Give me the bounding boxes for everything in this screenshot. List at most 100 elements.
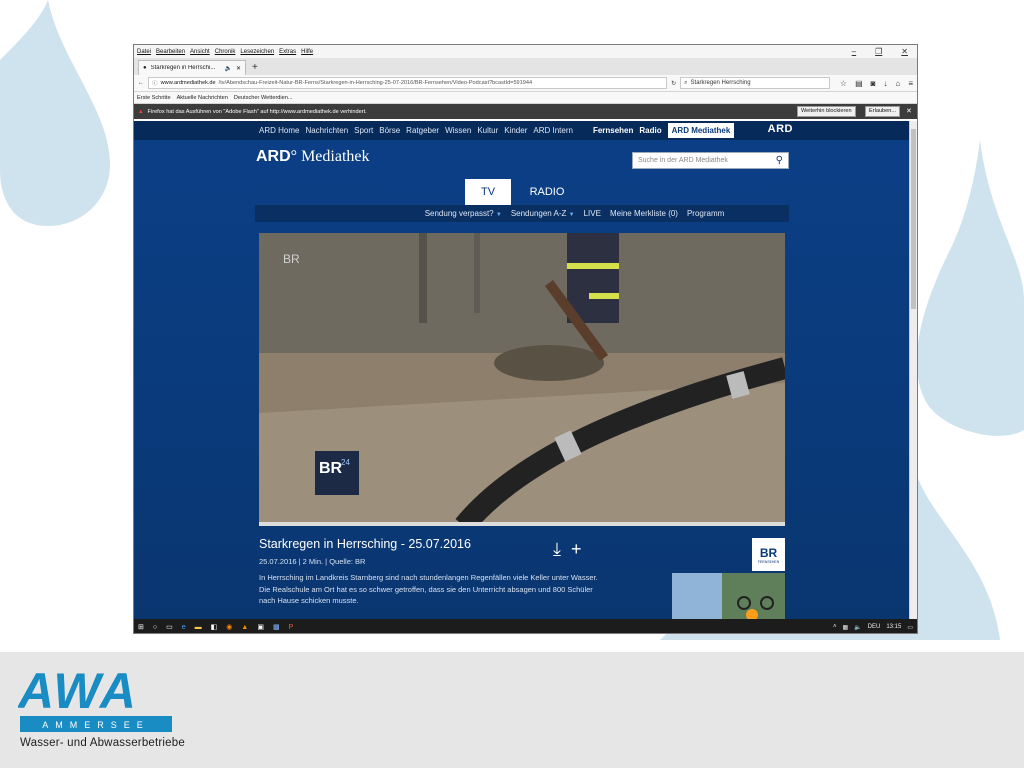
browser-window: Datei Bearbeiten Ansicht Chronik Lesezei… xyxy=(133,44,918,634)
browser-tab[interactable]: ● Starkregen in Herrschi... 🔈 ✕ xyxy=(138,60,246,75)
clock[interactable]: 13:15 xyxy=(886,624,901,631)
network-icon[interactable]: ▦ xyxy=(842,624,848,631)
info-icon[interactable]: ⓘ xyxy=(152,79,158,87)
mediathek-search-input[interactable]: Suche in der ARD Mediathek ⚲ xyxy=(632,152,789,169)
tab-title: Starkregen in Herrschi... xyxy=(150,65,216,71)
ard-mediathek-page: ARD Home Nachrichten Sport Börse Ratgebe… xyxy=(134,121,911,619)
mediathek-logo-text: Mediathek xyxy=(301,148,370,165)
awa-logo-subtitle: Wasser- und Abwasserbetriebe xyxy=(20,737,185,749)
flash-notice-text: Firefox hat das Ausführen von "Adobe Fla… xyxy=(147,108,367,115)
browser-search-field[interactable]: ⌕ Starkregen Herrsching xyxy=(680,77,830,89)
allow-flash-button[interactable]: Erlauben... xyxy=(865,106,901,117)
powerpoint-icon[interactable]: P xyxy=(289,624,294,631)
menu-ansicht[interactable]: Ansicht xyxy=(190,49,210,55)
tab-radio[interactable]: RADIO xyxy=(517,179,577,205)
page-scrollbar[interactable] xyxy=(909,121,917,619)
url-bar[interactable]: ⓘ www.ardmediathek.de/tv/Abendschau-Frei… xyxy=(148,77,668,89)
nav-ratgeber[interactable]: Ratgeber xyxy=(406,126,439,135)
chevron-down-icon: ▼ xyxy=(495,212,502,218)
ard-top-navigation: ARD Home Nachrichten Sport Börse Ratgebe… xyxy=(134,121,911,140)
subnav-sendung-verpasst-label: Sendung verpasst? xyxy=(424,209,494,218)
file-explorer-icon[interactable]: ▬ xyxy=(195,624,202,631)
subnav-programm[interactable]: Programm xyxy=(687,209,724,218)
subnav-merkliste[interactable]: Meine Merkliste (0) xyxy=(610,209,678,218)
notification-icon[interactable]: ▭ xyxy=(907,624,913,631)
menu-extras[interactable]: Extras xyxy=(279,49,296,55)
firefox-icon[interactable]: ◉ xyxy=(226,623,232,631)
nav-ard-home[interactable]: ARD Home xyxy=(259,126,299,135)
nav-ard-intern[interactable]: ARD Intern xyxy=(533,126,573,135)
bookmark-wetterdienst[interactable]: Deutscher Wetterdien... xyxy=(234,95,293,101)
menu-hilfe[interactable]: Hilfe xyxy=(301,49,313,55)
bookmark-star-icon[interactable]: ☆ xyxy=(840,79,847,88)
br-logo-sub: FERNSEHEN xyxy=(757,559,780,564)
windows-start-icon[interactable]: ⊞ xyxy=(138,623,144,631)
awa-ammersee-logo: AWA AMMERSEE xyxy=(18,666,172,732)
video-player[interactable]: BR BR 24 xyxy=(259,233,785,526)
hamburger-menu-icon[interactable]: ≡ xyxy=(908,79,913,88)
menu-datei[interactable]: Datei xyxy=(137,49,151,55)
bookmark-aktuelle-nachrichten[interactable]: Aktuelle Nachrichten xyxy=(177,95,228,101)
bookmark-erste-schritte[interactable]: Erste Schritte xyxy=(137,95,171,101)
nav-kultur[interactable]: Kultur xyxy=(477,126,498,135)
flash-plugin-icon: ▲ xyxy=(138,108,144,115)
video-meta: 25.07.2016 | 2 Min. | Quelle: BR xyxy=(259,557,366,566)
tab-close-icon[interactable]: ✕ xyxy=(236,65,241,72)
keep-blocking-button[interactable]: Weiterhin blockieren xyxy=(797,106,856,117)
scrollbar-thumb[interactable] xyxy=(911,129,916,309)
nav-kinder[interactable]: Kinder xyxy=(504,126,527,135)
video-actions: ⤓ + xyxy=(553,539,581,560)
nav-fernsehen[interactable]: Fernsehen xyxy=(593,126,633,135)
browser-search-value: Starkregen Herrsching xyxy=(690,80,751,86)
reload-icon[interactable]: ↻ xyxy=(671,80,676,87)
navigation-bar: ← ⓘ www.ardmediathek.de/tv/Abendschau-Fr… xyxy=(134,75,917,92)
task-view-icon[interactable]: ▭ xyxy=(166,623,173,631)
related-video-thumbnails[interactable] xyxy=(672,573,785,619)
mediathek-logo[interactable]: ARD° Mediathek xyxy=(256,148,370,166)
tab-tv[interactable]: TV xyxy=(465,179,511,205)
speaker-icon[interactable]: 🔈 xyxy=(224,65,231,72)
subnav-sendungen-a-z-label: Sendungen A-Z xyxy=(510,209,567,218)
add-to-merkliste-icon[interactable]: + xyxy=(571,539,582,560)
menu-chronik[interactable]: Chronik xyxy=(215,49,236,55)
restore-button[interactable]: ❐ xyxy=(875,47,882,56)
nav-sport[interactable]: Sport xyxy=(354,126,373,135)
nav-ard-mediathek[interactable]: ARD Mediathek xyxy=(667,123,735,138)
pocket-icon[interactable]: ◙ xyxy=(871,79,876,88)
subnav-live[interactable]: LIVE xyxy=(584,209,601,218)
home-icon[interactable]: ⌂ xyxy=(895,79,900,88)
download-icon[interactable]: ⤓ xyxy=(553,539,561,560)
subnav-sendungen-a-z[interactable]: Sendungen A-Z ▼ xyxy=(511,209,575,218)
menu-bearbeiten[interactable]: Bearbeiten xyxy=(156,49,185,55)
video-description: In Herrsching im Landkreis Starnberg sin… xyxy=(259,573,598,605)
notification-close-icon[interactable]: ✕ xyxy=(906,107,912,115)
nav-wissen[interactable]: Wissen xyxy=(445,126,471,135)
vlc-icon[interactable]: ▲ xyxy=(241,624,248,631)
mediathek-logo-ard: ARD xyxy=(256,148,291,165)
br-fernsehen-logo[interactable]: BR FERNSEHEN xyxy=(752,538,785,571)
download-icon[interactable]: ↓ xyxy=(883,79,887,88)
menu-lesezeichen[interactable]: Lesezeichen xyxy=(240,49,274,55)
windows-taskbar: ⊞ ○ ▭ e ▬ ◧ ◉ ▲ ▣ ▩ P ˄ ▦ 🔈 DEU 13:15 ▭ xyxy=(134,619,917,633)
volume-icon[interactable]: 🔈 xyxy=(854,624,861,631)
store-icon[interactable]: ◧ xyxy=(211,623,218,631)
language-indicator[interactable]: DEU xyxy=(868,624,881,631)
mediathek-search-placeholder: Suche in der ARD Mediathek xyxy=(638,157,728,164)
minimize-button[interactable]: – xyxy=(852,47,856,56)
app-icon-2[interactable]: ▩ xyxy=(273,623,280,631)
search-icon[interactable]: ⚲ xyxy=(776,155,783,166)
window-close-button[interactable]: ✕ xyxy=(901,47,908,56)
tray-arrow-icon[interactable]: ˄ xyxy=(833,624,837,631)
ard-logo[interactable]: ARD xyxy=(768,123,793,135)
nav-radio[interactable]: Radio xyxy=(639,126,661,135)
nav-boerse[interactable]: Börse xyxy=(379,126,400,135)
reading-list-icon[interactable]: ▤ xyxy=(855,79,863,88)
flash-blocked-notification: ▲ Firefox hat das Ausführen von "Adobe F… xyxy=(134,104,917,119)
cortana-icon[interactable]: ○ xyxy=(153,624,157,631)
app-icon[interactable]: ▣ xyxy=(257,623,264,631)
back-icon[interactable]: ← xyxy=(138,80,144,86)
subnav-sendung-verpasst[interactable]: Sendung verpasst? ▼ xyxy=(425,209,502,218)
new-tab-button[interactable]: + xyxy=(252,62,258,73)
nav-nachrichten[interactable]: Nachrichten xyxy=(305,126,348,135)
edge-icon[interactable]: e xyxy=(182,624,186,631)
